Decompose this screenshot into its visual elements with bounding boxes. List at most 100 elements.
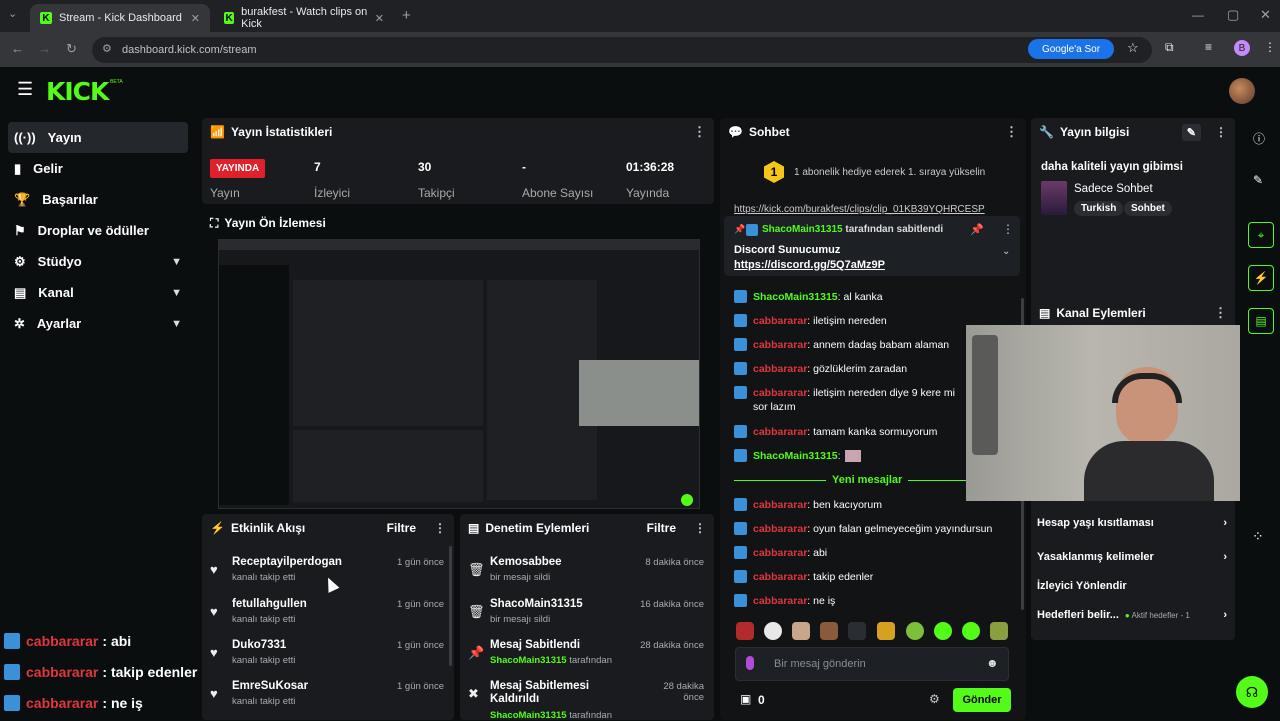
kebab-menu-icon[interactable]: ⋮	[693, 124, 706, 140]
chat-link[interactable]: https://kick.com/burakfest/clips/clip_01…	[734, 204, 1014, 216]
category-name[interactable]: Sadece Sohbet	[1074, 183, 1153, 195]
chat-settings-gear-icon[interactable]: ⚙	[929, 692, 940, 706]
emote-button[interactable]	[934, 622, 952, 640]
kebab-menu-icon[interactable]: ⋮	[694, 521, 706, 535]
emote-button[interactable]	[990, 622, 1008, 640]
extensions-icon[interactable]: ⧉	[1165, 40, 1174, 55]
emote-button[interactable]	[820, 622, 838, 640]
info-icon[interactable]: ⓘ	[1253, 130, 1265, 147]
forward-icon[interactable]: →	[38, 41, 51, 56]
emoji-icon[interactable]: ☻	[986, 656, 999, 670]
chat-username[interactable]: cabbararar	[753, 523, 807, 535]
chat-username[interactable]: cabbararar	[753, 595, 807, 607]
sidebar-item-basarilar[interactable]: 🏆 Başarılar	[0, 184, 196, 215]
sidebar-item-gelir[interactable]: ▮ Gelir	[0, 153, 196, 184]
emote-button[interactable]	[877, 622, 895, 640]
close-window-icon[interactable]: ✕	[1260, 7, 1271, 23]
sidebar-item-studyo[interactable]: ⚙ Stüdyo ▼	[0, 246, 196, 277]
kebab-menu-icon[interactable]: ⋮	[1002, 222, 1014, 236]
close-tab-icon[interactable]: ✕	[191, 12, 200, 25]
chat-username[interactable]: cabbararar	[753, 426, 807, 438]
chat-message[interactable]: cabbararar: abi	[734, 546, 1014, 560]
emote-button[interactable]	[764, 622, 782, 640]
chat-message[interactable]: ShacoMain31315: al kanka	[734, 290, 1014, 304]
site-info-icon[interactable]: ⚙	[102, 42, 112, 55]
scrollbar[interactable]	[449, 546, 452, 666]
minimize-icon[interactable]: —	[1192, 8, 1204, 22]
chat-message[interactable]: cabbararar: iletişim nereden diye 9 kere…	[734, 386, 972, 414]
preview-video[interactable]	[218, 239, 700, 509]
emote-button[interactable]	[792, 622, 810, 640]
emote-button[interactable]	[736, 622, 754, 640]
clip-tool-icon[interactable]: ⌖	[1248, 222, 1274, 248]
lightning-tool-icon[interactable]: ⚡	[1248, 265, 1274, 291]
list-item[interactable]: ✖ Mesaj Sabitlemesi Kaldırıldı ShacoMain31…	[460, 674, 714, 721]
filter-button[interactable]: Filtre	[387, 521, 416, 535]
tab-stream-dashboard[interactable]: K Stream - Kick Dashboard ✕	[30, 4, 210, 32]
browser-menu-icon[interactable]: ⋮	[1264, 40, 1276, 54]
filter-button[interactable]: Filtre	[647, 521, 676, 535]
list-item[interactable]: ♥ fetullahgullen kanalı takip etti 1 gün ön…	[202, 592, 454, 633]
tool-icon[interactable]: ▤	[1248, 308, 1274, 334]
chevron-down-icon[interactable]: ⌄	[1002, 246, 1010, 257]
chat-username[interactable]: cabbararar	[753, 387, 807, 399]
gift-banner[interactable]: 1 abonelik hediye ederek 1. sıraya yükse…	[794, 167, 985, 178]
kebab-menu-icon[interactable]: ⋮	[434, 521, 446, 535]
sidebar-item-droplar[interactable]: ⚑ Droplar ve ödüller	[0, 215, 196, 246]
channel-action-age[interactable]: Hesap yaşı kısıtlaması ›	[1037, 517, 1227, 529]
user-avatar[interactable]	[1229, 78, 1255, 104]
chat-username[interactable]: cabbararar	[753, 339, 807, 351]
pencil-icon[interactable]: ✎	[1253, 173, 1263, 187]
bookmark-star-icon[interactable]: ☆	[1127, 40, 1139, 56]
chat-message[interactable]: cabbararar: takip edenler	[734, 570, 1014, 584]
tag-chip[interactable]: Turkish	[1074, 201, 1124, 216]
kebab-menu-icon[interactable]: ⋮	[1214, 305, 1227, 321]
channel-action-redirect[interactable]: İzleyici Yönlendir	[1037, 580, 1227, 592]
profile-avatar[interactable]: B	[1234, 40, 1250, 56]
kick-logo[interactable]: KICK	[46, 77, 109, 106]
pinned-by-user[interactable]: ShacoMain31315	[762, 224, 843, 235]
microphone-icon[interactable]	[746, 656, 754, 670]
points-icon[interactable]: ▣	[740, 692, 751, 706]
chat-input[interactable]: Bir mesaj gönderin ☻	[735, 647, 1009, 681]
kebab-menu-icon[interactable]: ⋮	[1005, 124, 1018, 140]
chat-username[interactable]: ShacoMain31315	[753, 291, 838, 303]
list-item[interactable]: 🗑 Kemosabbee bir mesajı sildi 8 dakika önce	[460, 550, 714, 591]
hamburger-menu-icon[interactable]: ☰	[17, 79, 33, 100]
sidebar-item-ayarlar[interactable]: ✲ Ayarlar ▼	[0, 308, 196, 339]
category-thumbnail[interactable]	[1041, 181, 1067, 215]
sidebar-item-yayin[interactable]: ((·)) Yayın	[8, 122, 188, 153]
share-icon[interactable]: ⁘	[1252, 528, 1264, 545]
send-button[interactable]: Gönder	[953, 688, 1011, 712]
reload-icon[interactable]: ↻	[66, 41, 77, 57]
chat-username[interactable]: cabbararar	[753, 363, 807, 375]
media-control-icon[interactable]: ≡	[1205, 40, 1212, 54]
new-tab-icon[interactable]: +	[402, 7, 411, 24]
list-item[interactable]: 🗑 ShacoMain31315 bir mesajı sildi 16 dakika…	[460, 592, 714, 633]
chat-username[interactable]: cabbararar	[753, 315, 807, 327]
maximize-icon[interactable]: ▢	[1227, 7, 1239, 23]
chat-username[interactable]: cabbararar	[753, 547, 807, 559]
edit-pencil-icon[interactable]: ✎	[1181, 123, 1201, 141]
list-item[interactable]: ♥ Duko7331 kanalı takip etti 1 gün önce	[202, 633, 454, 674]
list-item[interactable]: ♥ EmreSuKosar kanalı takip etti 1 gün önce	[202, 674, 454, 715]
pinned-link[interactable]: https://discord.gg/5Q7aMz9P	[734, 259, 885, 271]
support-headset-icon[interactable]: ☊	[1236, 676, 1268, 708]
unpin-icon[interactable]: 📌	[970, 223, 984, 236]
chat-username[interactable]: ShacoMain31315	[753, 450, 838, 462]
emote-button[interactable]	[848, 622, 866, 640]
tab-burakfest-clips[interactable]: K burakfest - Watch clips on Kick ✕	[214, 4, 394, 32]
close-tab-icon[interactable]: ✕	[375, 12, 384, 25]
chat-message[interactable]: cabbararar: oyun falan gelmeyeceğim yayı…	[734, 522, 1014, 536]
chat-message[interactable]: cabbararar: ne iş	[734, 594, 1014, 608]
url-bar[interactable]: ⚙ dashboard.kick.com/stream	[92, 37, 1152, 63]
emote-button[interactable]	[962, 622, 980, 640]
list-item[interactable]: 📌 Mesaj Sabitlendi ShacoMain31315 tarafınd…	[460, 633, 714, 674]
google-ask-button[interactable]: Google'a Sor	[1028, 39, 1114, 59]
sidebar-item-kanal[interactable]: ▤ Kanal ▼	[0, 277, 196, 308]
back-icon[interactable]: ←	[11, 41, 24, 56]
emote-button[interactable]	[906, 622, 924, 640]
channel-action-goals[interactable]: Hedefleri belir... ● Aktif hedefler - 1 ›	[1037, 609, 1227, 621]
tag-chip[interactable]: Sohbet	[1124, 201, 1172, 216]
chat-username[interactable]: cabbararar	[753, 571, 807, 583]
